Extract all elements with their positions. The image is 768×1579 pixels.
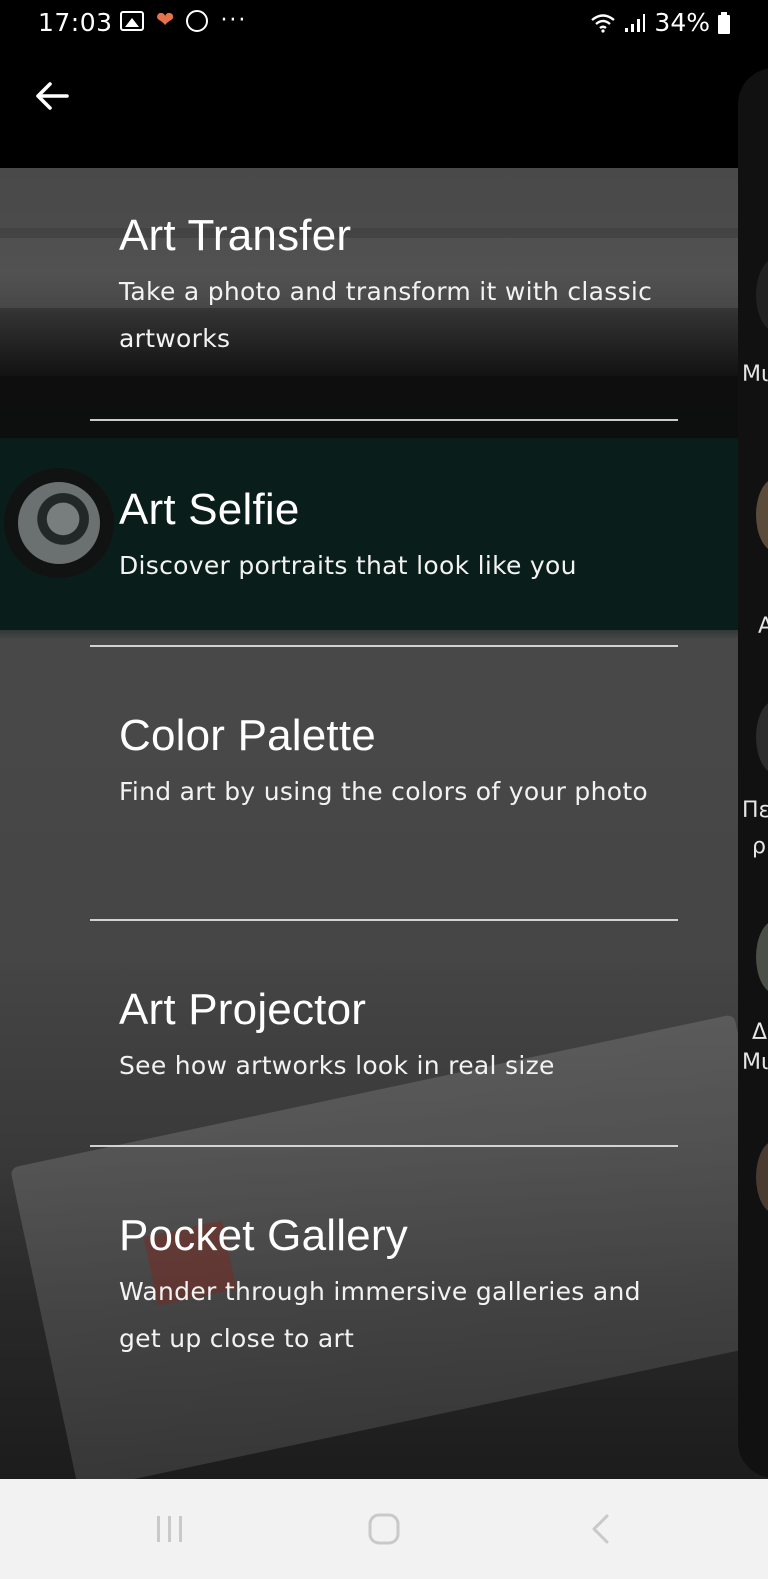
menu-item-art-projector[interactable]: Art Projector See how artworks look in r… <box>119 986 679 1089</box>
menu-item-title: Art Transfer <box>119 211 352 260</box>
recents-button[interactable] <box>146 1509 194 1549</box>
health-notification-icon: ❤ <box>156 8 175 33</box>
status-bar: 17:03 ❤ ··· 34% <box>0 0 768 48</box>
menu-item-title: Color Palette <box>119 711 376 760</box>
menu-divider <box>90 419 678 421</box>
side-thumbnail <box>756 258 768 332</box>
menu-item-pocket-gallery[interactable]: Pocket Gallery Wander through immersive … <box>119 1212 679 1362</box>
battery-icon <box>718 11 730 34</box>
more-notifications-icon: ··· <box>220 8 248 33</box>
nav-back-button[interactable] <box>576 1509 624 1549</box>
side-thumbnail <box>756 478 768 552</box>
menu-item-description: Wander through immersive galleries and g… <box>119 1277 641 1353</box>
menu-divider <box>90 919 678 921</box>
menu-item-description: See how artworks look in real size <box>119 1051 555 1080</box>
side-label: Μι <box>742 362 768 387</box>
arrow-back-icon <box>36 82 69 110</box>
status-time: 17:03 <box>38 8 113 37</box>
side-label: Δ <box>752 1020 768 1045</box>
menu-item-art-transfer[interactable]: Art Transfer Take a photo and transform … <box>119 212 679 362</box>
side-label: ρ <box>752 834 766 859</box>
menu-item-description: Take a photo and transform it with class… <box>119 277 653 353</box>
menu-item-title: Art Projector <box>119 985 367 1034</box>
menu-divider <box>90 645 678 647</box>
viber-notification-icon <box>186 10 209 32</box>
camera-features-menu: Art Transfer Take a photo and transform … <box>0 168 738 1479</box>
battery-percent: 34% <box>654 8 710 37</box>
side-thumbnail <box>756 920 768 994</box>
menu-item-title: Pocket Gallery <box>119 1211 408 1260</box>
back-button[interactable] <box>28 72 76 120</box>
gallery-notification-icon <box>120 11 144 31</box>
side-label: Μι <box>742 1050 768 1075</box>
system-icons: 34% <box>590 8 730 37</box>
system-nav-bar <box>0 1479 768 1579</box>
side-label: Πε <box>742 798 768 823</box>
home-button[interactable] <box>360 1509 408 1549</box>
signal-icon <box>625 13 646 32</box>
home-icon <box>368 1513 400 1545</box>
side-label: Α <box>758 614 768 639</box>
menu-item-description: Find art by using the colors of your pho… <box>119 777 649 806</box>
side-thumbnail <box>756 700 768 774</box>
wifi-icon <box>591 13 616 33</box>
menu-divider <box>90 1145 678 1147</box>
side-thumbnail <box>756 1140 768 1214</box>
menu-item-color-palette[interactable]: Color Palette Find art by using the colo… <box>119 712 679 815</box>
menu-item-description: Discover portraits that look like you <box>119 551 577 580</box>
menu-item-art-selfie[interactable]: Art Selfie Discover portraits that look … <box>119 486 679 589</box>
recents-icon <box>157 1516 182 1542</box>
notification-icons: ❤ ··· <box>120 10 247 32</box>
menu-item-title: Art Selfie <box>119 485 300 534</box>
app-bar <box>0 48 768 168</box>
side-panel-peek[interactable]: Μι Α Πε ρ Δ Μι <box>738 68 768 1478</box>
back-icon <box>592 1514 609 1544</box>
